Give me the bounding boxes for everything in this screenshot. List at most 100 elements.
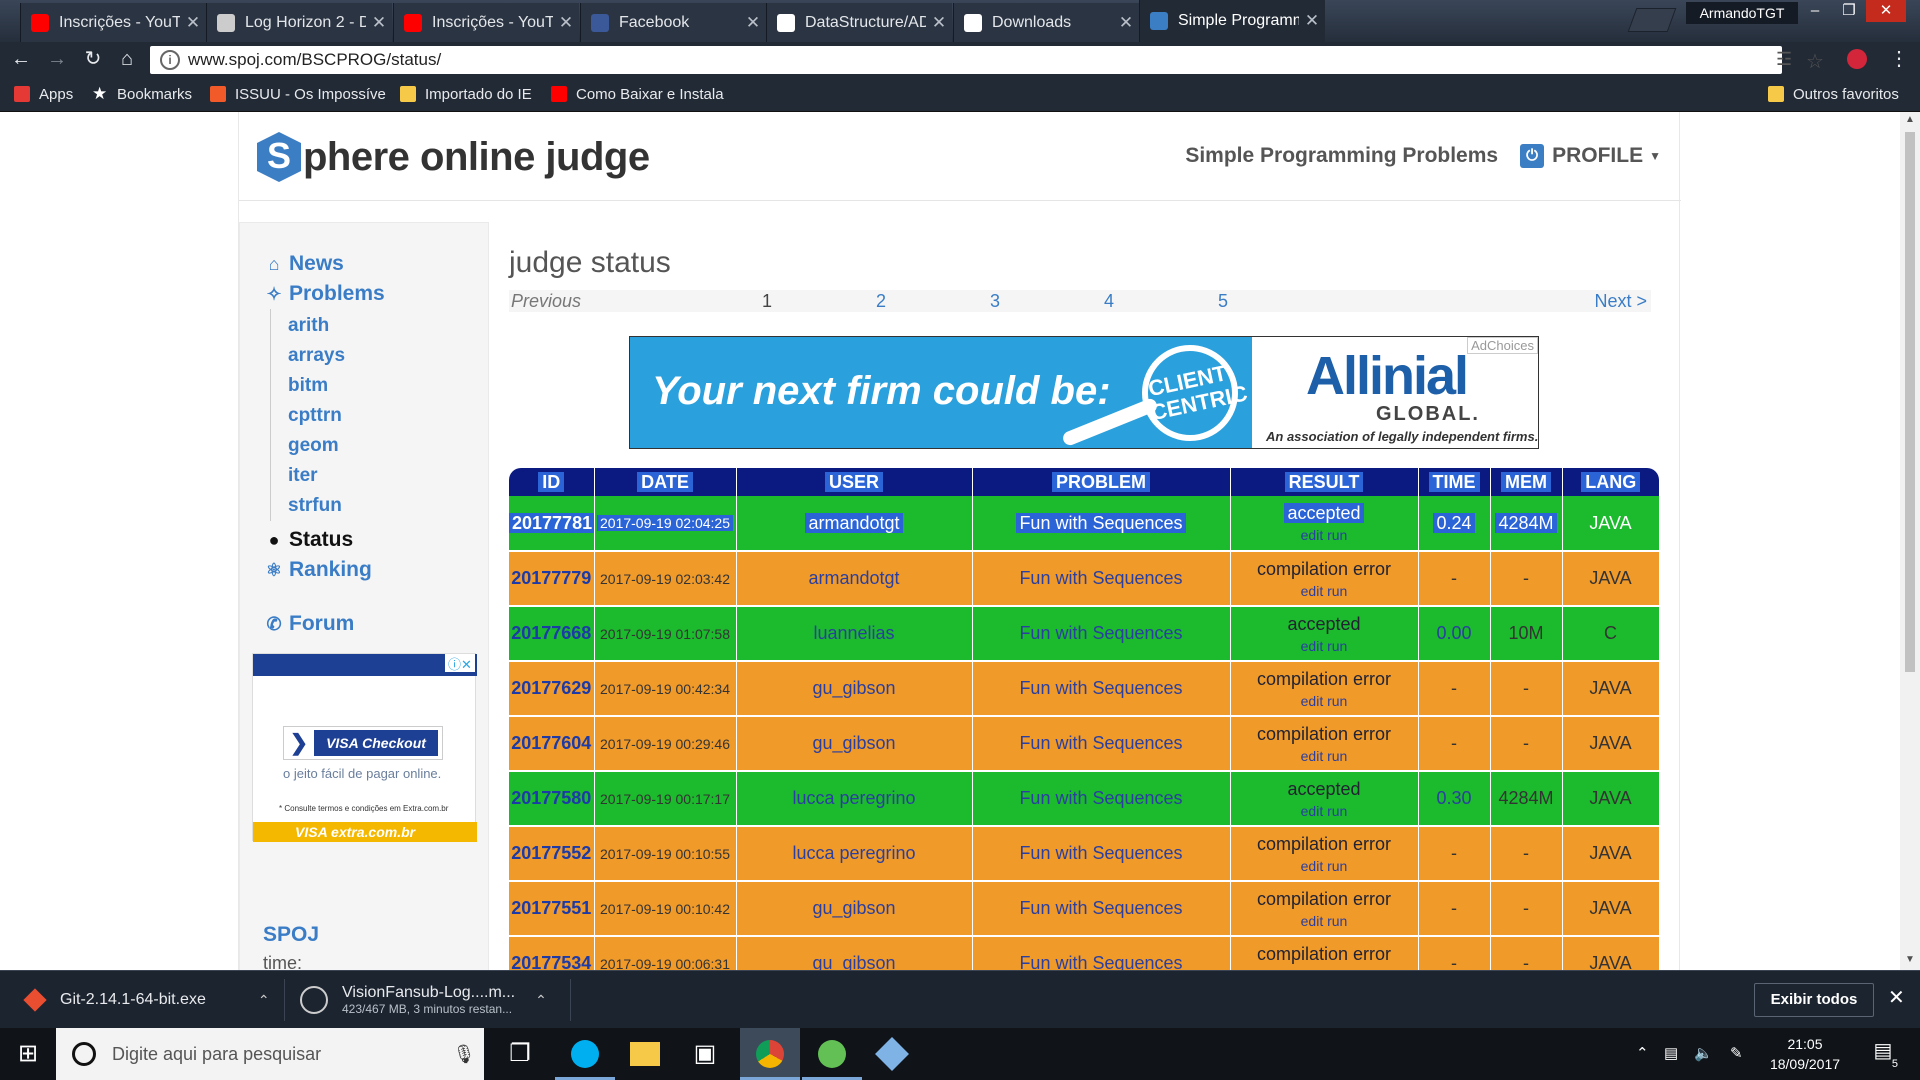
edit-run-links[interactable]: edit run — [1231, 748, 1418, 764]
sidebar-item-status[interactable]: ● Status — [263, 525, 385, 555]
cell-user[interactable]: gu_gibson — [736, 716, 973, 772]
restore-button[interactable]: ❐ — [1832, 0, 1866, 22]
url-text[interactable]: www.spoj.com/BSCPROG/status/ — [188, 50, 441, 70]
sidebar-ad-banner[interactable]: ⓘ✕ ❯ VISA Checkout o jeito fácil de paga… — [252, 653, 477, 842]
cell-id[interactable]: 20177629 — [509, 661, 595, 717]
sidebar-category-iter[interactable]: iter — [288, 461, 385, 491]
task-view-icon[interactable]: ❐ — [490, 1028, 550, 1080]
bookmark-item[interactable]: Apps — [14, 84, 73, 104]
close-downloads-icon[interactable]: ✕ — [1888, 985, 1905, 1010]
page-link-2[interactable]: 2 — [871, 291, 891, 312]
home-icon[interactable]: ⌂ — [114, 46, 140, 72]
chevron-up-icon[interactable]: ⌃ — [258, 992, 270, 1009]
cell-problem[interactable]: Fun with Sequences — [972, 936, 1231, 970]
tab-close-icon[interactable]: ✕ — [553, 13, 579, 33]
cell-user[interactable]: lucca peregrino — [736, 826, 973, 882]
edit-run-links[interactable]: edit run — [1231, 913, 1418, 929]
show-all-downloads-button[interactable]: Exibir todos — [1754, 983, 1874, 1017]
column-header-result[interactable]: RESULT — [1230, 468, 1419, 496]
file-explorer-icon[interactable] — [615, 1028, 675, 1080]
forward-arrow-icon[interactable]: → — [44, 46, 70, 72]
cell-problem[interactable]: Fun with Sequences — [972, 606, 1231, 662]
download-item-visionfansub[interactable]: VisionFansub-Log....m... 423/467 MB, 3 m… — [300, 979, 547, 1021]
sidebar-category-bitm[interactable]: bitm — [288, 371, 385, 401]
sidebar-category-strfun[interactable]: strfun — [288, 491, 385, 521]
bookmark-item[interactable]: ISSUU - Os Impossíve — [210, 84, 386, 104]
sidebar-item-forum[interactable]: ✆ Forum — [263, 609, 385, 639]
cell-user[interactable]: armandotgt — [736, 496, 973, 552]
banner-ad[interactable]: Your next firm could be: CLIENT CENTRIC … — [629, 336, 1539, 449]
extension-icon[interactable] — [1844, 46, 1870, 72]
reload-icon[interactable]: ↻ — [80, 46, 106, 72]
pen-icon[interactable]: ✎ — [1730, 1028, 1743, 1080]
cell-problem[interactable]: Fun with Sequences — [972, 496, 1231, 552]
column-header-lang[interactable]: LANG — [1562, 468, 1659, 496]
browser-tab[interactable]: Facebook ✕ — [580, 3, 766, 42]
download-item-git[interactable]: Git-2.14.1-64-bit.exe ⌃ — [23, 979, 270, 1021]
chrome-icon[interactable] — [740, 1028, 800, 1080]
sidebar-item-ranking[interactable]: ⚛ Ranking — [263, 555, 385, 585]
caret-down-icon[interactable]: ▼ — [1649, 149, 1661, 163]
browser-tab[interactable]: Inscrições - YouTube✕ — [393, 3, 579, 42]
column-header-time[interactable]: TIME — [1418, 468, 1491, 496]
utorrent-icon[interactable] — [802, 1028, 862, 1080]
cell-problem[interactable]: Fun with Sequences — [972, 716, 1231, 772]
sidebar-category-geom[interactable]: geom — [288, 431, 385, 461]
tab-close-icon[interactable]: ✕ — [1113, 13, 1139, 33]
tab-close-icon[interactable]: ✕ — [740, 13, 766, 33]
other-bookmarks-folder[interactable]: Outros favoritos — [1768, 84, 1899, 104]
cell-user[interactable]: armandotgt — [736, 551, 973, 607]
cell-user[interactable]: lucca peregrino — [736, 771, 973, 827]
cell-id[interactable]: 20177781 — [509, 496, 595, 552]
column-header-date[interactable]: DATE — [594, 468, 737, 496]
tab-close-icon[interactable]: ✕ — [1299, 11, 1325, 31]
browser-tab[interactable]: Downloads ✕ — [953, 3, 1139, 42]
sidebar-item-news[interactable]: ⌂ News — [263, 249, 385, 279]
window-profile-user[interactable]: ArmandoTGT — [1686, 2, 1798, 24]
address-bar[interactable]: i www.spoj.com/BSCPROG/status/ ☲ ☆ — [150, 46, 1824, 74]
bookmark-item[interactable]: ★ Bookmarks — [92, 84, 192, 104]
browser-tab[interactable]: Simple Programming P✕ — [1139, 0, 1325, 42]
cell-id[interactable]: 20177604 — [509, 716, 595, 772]
edit-run-links[interactable]: edit run — [1231, 803, 1418, 819]
cell-id[interactable]: 20177552 — [509, 826, 595, 882]
cell-id[interactable]: 20177534 — [509, 936, 595, 970]
bookmark-item[interactable]: Como Baixar e Instala — [551, 84, 724, 104]
cell-problem[interactable]: Fun with Sequences — [972, 661, 1231, 717]
minimize-button[interactable]: – — [1798, 0, 1832, 22]
contest-name-link[interactable]: Simple Programming Problems — [1185, 144, 1498, 168]
adchoices-icon[interactable]: ⓘ✕ — [445, 654, 475, 672]
info-icon[interactable]: i — [160, 50, 180, 70]
taskbar-clock[interactable]: 21:05 18/09/2017 — [1760, 1034, 1850, 1074]
cell-problem[interactable]: Fun with Sequences — [972, 826, 1231, 882]
tab-close-icon[interactable]: ✕ — [926, 13, 952, 33]
column-header-mem[interactable]: MEM — [1490, 468, 1563, 496]
virtualbox-icon[interactable] — [862, 1028, 922, 1080]
spoj-logo[interactable]: S phere online judge — [257, 132, 650, 182]
column-header-problem[interactable]: PROBLEM — [972, 468, 1231, 496]
sidebar-item-problems[interactable]: ✧ Problems — [263, 279, 384, 309]
windows-start-icon[interactable]: ⊞ — [0, 1028, 56, 1080]
cell-problem[interactable]: Fun with Sequences — [972, 551, 1231, 607]
network-icon[interactable]: ▤ — [1664, 1028, 1678, 1080]
cell-problem[interactable]: Fun with Sequences — [972, 881, 1231, 937]
tray-chevron-icon[interactable]: ⌃ — [1636, 1028, 1649, 1080]
column-header-user[interactable]: USER — [736, 468, 973, 496]
column-header-id[interactable]: ID — [509, 468, 595, 496]
browser-tab[interactable]: DataStructure/ADAINE✕ — [766, 3, 952, 42]
browser-tab[interactable]: Log Horizon 2 - Downl✕ — [206, 3, 392, 42]
cell-id[interactable]: 20177668 — [509, 606, 595, 662]
edit-run-links[interactable]: edit run — [1231, 527, 1418, 543]
menu-kebab-icon[interactable]: ⋮ — [1886, 46, 1912, 72]
page-link-3[interactable]: 3 — [985, 291, 1005, 312]
chevron-up-icon[interactable]: ⌃ — [535, 992, 547, 1009]
page-scrollbar[interactable]: ▲ ▼ — [1900, 112, 1920, 970]
cell-user[interactable]: gu_gibson — [736, 936, 973, 970]
cell-id[interactable]: 20177779 — [509, 551, 595, 607]
sidebar-category-arith[interactable]: arith — [288, 311, 385, 341]
scroll-down-arrow-icon[interactable]: ▼ — [1900, 954, 1920, 965]
taskbar-search-box[interactable]: Digite aqui para pesquisar 🎙 — [56, 1028, 484, 1080]
page-link-1[interactable]: 1 — [757, 291, 777, 312]
sidebar-category-arrays[interactable]: arrays — [288, 341, 385, 371]
edit-run-links[interactable]: edit run — [1231, 583, 1418, 599]
